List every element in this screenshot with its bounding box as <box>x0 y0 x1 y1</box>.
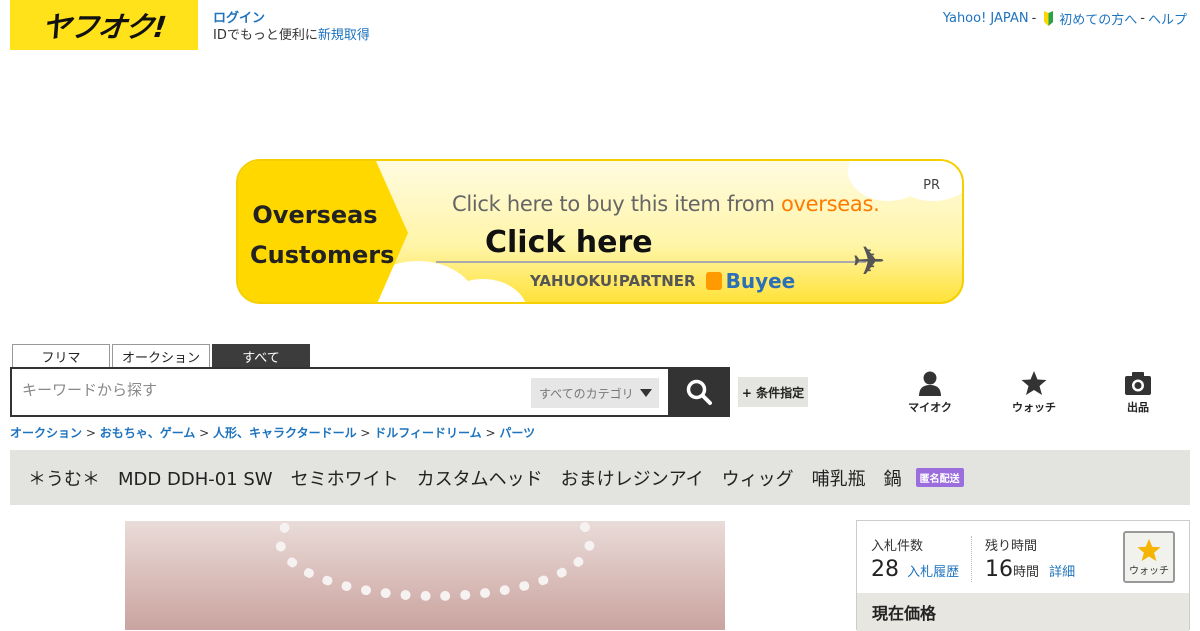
item-title: ＊うむ＊ MDD DDH-01 SW セミホワイト カスタムヘッド おまけレジン… <box>28 468 902 490</box>
beginner-mark-icon <box>1044 11 1054 26</box>
watch-button[interactable]: ウォッチ <box>1123 531 1175 583</box>
breadcrumb-item[interactable]: ドルフィードリーム <box>374 426 481 440</box>
auction-info-box: 入札件数 28 入札履歴 残り時間 16時間 詳細 ウォッチ 現在価格 <box>856 520 1190 631</box>
search-icon <box>686 379 712 405</box>
divider <box>971 536 972 582</box>
lace-headdress <box>275 521 595 601</box>
banner-tagline: Click here to buy this item from oversea… <box>452 192 880 216</box>
buyee-banner[interactable]: Overseas Customers PR Click here to buy … <box>236 159 964 304</box>
logo-text: ヤフオク! <box>40 10 168 44</box>
tab-furima[interactable]: フリマ <box>12 344 110 368</box>
buyee-brand: Buyee <box>725 269 796 293</box>
category-select[interactable]: すべてのカテゴリ <box>531 378 659 408</box>
bids-block: 入札件数 28 入札履歴 <box>871 535 959 582</box>
buyee-logo: Buyee <box>705 269 796 293</box>
sell-label: 出品 <box>1127 401 1149 414</box>
conditions-button[interactable]: + 条件指定 <box>738 377 808 407</box>
time-unit: 時間 <box>1013 565 1040 580</box>
bids-label: 入札件数 <box>871 539 924 554</box>
camera-icon <box>1125 372 1151 395</box>
bid-history-link[interactable]: 入札履歴 <box>907 565 959 580</box>
banner-cta[interactable]: Click here <box>485 225 653 260</box>
search-tabs: フリマ オークション すべて <box>12 344 310 368</box>
banner-line2: Customers <box>250 241 395 269</box>
breadcrumb: オークション > おもちゃ、ゲーム > 人形、キャラクタードール > ドルフィー… <box>10 426 536 440</box>
time-value: 16 <box>985 557 1013 582</box>
breadcrumb-item[interactable]: オークション <box>10 426 82 440</box>
register-link[interactable]: 新規取得 <box>318 28 370 43</box>
login-box: ログイン IDでもっと便利に新規取得 <box>213 10 370 44</box>
my-auction-label: マイオク <box>908 401 952 414</box>
watch-button-label: ウォッチ <box>1129 565 1169 577</box>
time-detail-link[interactable]: 詳細 <box>1049 565 1075 580</box>
watch-label: ウォッチ <box>1012 401 1056 414</box>
buyee-bag-icon <box>705 272 722 290</box>
category-select-value: すべてのカテゴリ <box>539 386 634 401</box>
tagline-highlight: overseas. <box>780 192 880 216</box>
breadcrumb-item[interactable]: おもちゃ、ゲーム <box>100 426 196 440</box>
search-button[interactable] <box>668 369 730 415</box>
bids-value: 28 <box>871 557 899 582</box>
breadcrumb-item[interactable]: 人形、キャラクタードール <box>213 426 357 440</box>
breadcrumb-item[interactable]: パーツ <box>499 426 535 440</box>
yahuoku-logo[interactable]: ヤフオク! <box>10 0 198 50</box>
header-separator: - <box>1140 11 1145 26</box>
pr-label: PR <box>923 178 940 193</box>
person-icon <box>919 371 941 396</box>
header-separator: - <box>1031 11 1037 26</box>
anonymous-shipping-badge: 匿名配送 <box>915 468 964 487</box>
time-block: 残り時間 16時間 詳細 <box>985 535 1075 582</box>
tab-all[interactable]: すべて <box>212 344 310 368</box>
header-links: Yahoo! JAPAN - 初めての方へ - ヘルプ <box>943 9 1187 28</box>
tagline-prefix: Click here to buy this item from <box>452 192 781 216</box>
item-title-bar: ＊うむ＊ MDD DDH-01 SW セミホワイト カスタムヘッド おまけレジン… <box>10 450 1190 505</box>
login-link[interactable]: ログイン <box>213 10 370 27</box>
help-link[interactable]: ヘルプ <box>1148 9 1187 28</box>
current-price-label: 現在価格 <box>857 593 1189 631</box>
banner-overseas-label: Overseas Customers <box>250 195 395 275</box>
beginner-link[interactable]: 初めての方へ <box>1059 9 1137 28</box>
search-box: すべてのカテゴリ <box>10 367 730 417</box>
sell-nav[interactable]: 出品 <box>1103 370 1173 415</box>
yahoo-japan-link[interactable]: Yahoo! JAPAN <box>943 11 1029 26</box>
banner-partner: YAHUOKU!PARTNER Buyee <box>530 269 795 293</box>
my-auction-nav[interactable]: マイオク <box>895 370 965 415</box>
airplane-icon: ✈ <box>852 239 886 285</box>
search-input[interactable] <box>22 381 522 399</box>
caret-down-icon <box>639 389 652 397</box>
flight-line <box>436 261 866 263</box>
partner-label: YAHUOKU!PARTNER <box>530 272 696 290</box>
time-label: 残り時間 <box>985 539 1038 554</box>
login-prompt: IDでもっと便利に <box>213 28 318 43</box>
star-icon <box>1137 538 1161 561</box>
tab-auction[interactable]: オークション <box>112 344 210 368</box>
banner-line1: Overseas <box>252 201 378 229</box>
product-image[interactable] <box>125 521 725 630</box>
star-icon <box>1021 371 1047 395</box>
watch-nav[interactable]: ウォッチ <box>999 370 1069 415</box>
